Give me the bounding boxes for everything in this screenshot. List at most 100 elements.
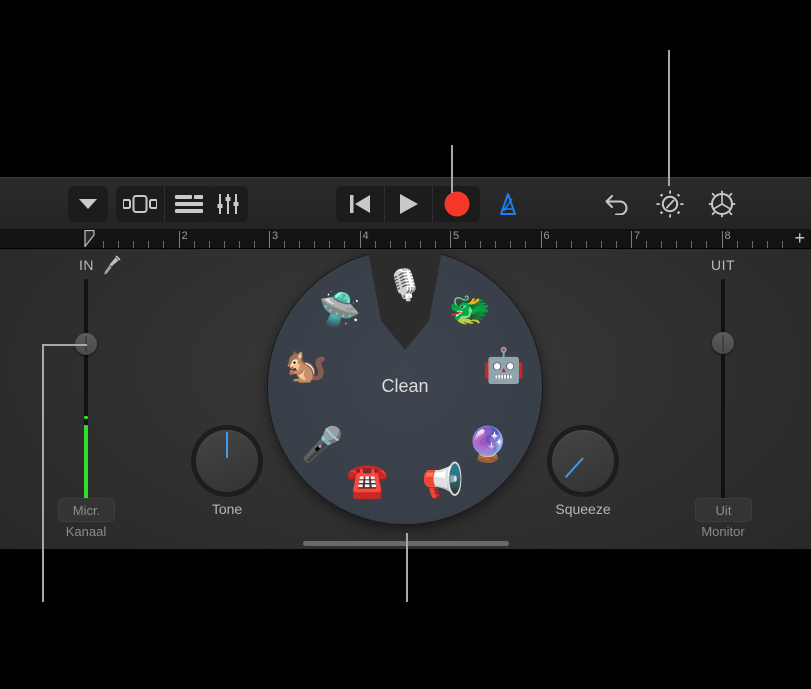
ruler-tick-minor — [163, 241, 164, 248]
ruler-bar-number: 5 — [453, 230, 460, 242]
add-section-button[interactable]: + — [794, 229, 805, 247]
callout-input-slider-line-h — [42, 344, 87, 346]
input-channel-button[interactable]: Micr. — [58, 498, 115, 522]
ruler-tick-minor — [390, 241, 391, 248]
undo-button[interactable] — [600, 186, 636, 222]
ruler-tick-minor — [148, 241, 149, 248]
sliders-icon — [217, 194, 239, 214]
ruler-tick-major — [721, 231, 723, 248]
ruler-bar-number: 7 — [634, 230, 641, 242]
ruler-tick-major — [269, 231, 270, 248]
chevron-down-icon — [79, 199, 97, 209]
squeeze-knob[interactable] — [547, 425, 619, 497]
rewind-button[interactable] — [336, 186, 384, 222]
tone-knob-indicator — [226, 432, 228, 458]
ruler-tick-minor — [209, 241, 210, 248]
squeeze-knob-label: Squeeze — [555, 501, 611, 517]
record-icon — [444, 191, 469, 217]
undo-arrow-icon — [605, 195, 628, 215]
ruler-bar-number: 3 — [272, 230, 279, 242]
mixer-view-icon — [174, 195, 203, 213]
ruler-tick-minor — [344, 241, 345, 248]
ruler-tick-minor — [375, 241, 376, 248]
input-plug-icon — [104, 255, 121, 275]
effect-megaphone[interactable]: 📢 — [420, 458, 466, 504]
ruler-tick-minor — [556, 241, 557, 248]
ruler-tick-minor — [103, 241, 104, 248]
ruler-tick-minor — [405, 241, 406, 248]
ruler-tick-minor — [254, 241, 255, 248]
ruler-tick-major — [359, 231, 361, 248]
timeline-ruler[interactable]: 2 3 4 5 6 7 8 + — [0, 229, 811, 249]
effect-bubbles[interactable]: 🔮 — [465, 422, 511, 468]
track-view-button[interactable] — [116, 186, 164, 222]
tuner-icon — [656, 190, 684, 218]
ruler-tick-minor — [239, 241, 240, 248]
mixer-view-button[interactable] — [164, 186, 212, 222]
garageband-window: 2345678 + IN Micr. Kanaal Tone Squeeze U… — [0, 0, 811, 689]
ruler-tick-minor — [616, 241, 617, 248]
ruler-bar-number: 6 — [543, 230, 550, 242]
play-icon — [399, 194, 418, 214]
ruler-tick-minor — [676, 241, 677, 248]
voice-effect-wheel[interactable]: 🎙️ 🐲 🤖 🔮 📢 ☎️ 🎤 🐿️ 🛸 Clean — [268, 246, 542, 524]
effect-alien[interactable]: 🛸 — [317, 287, 363, 333]
settings-gear-button[interactable] — [704, 186, 740, 222]
callout-record-line — [451, 145, 453, 193]
input-level-meter-peak — [84, 416, 88, 419]
ruler-tick-minor — [314, 241, 315, 248]
tone-knob[interactable] — [191, 425, 263, 497]
metronome-button[interactable] — [490, 186, 526, 222]
ruler-tick-minor — [691, 241, 692, 248]
callout-input-slider-line-v — [42, 344, 44, 602]
ruler-tick-major — [540, 231, 542, 248]
ruler-tick-minor — [586, 241, 587, 248]
transport-group — [336, 186, 480, 222]
input-level-meter — [84, 425, 88, 501]
navigation-chevron-button[interactable] — [68, 186, 108, 222]
monitor-label: Monitor — [701, 524, 745, 539]
ruler-tick-minor — [661, 241, 662, 248]
play-button[interactable] — [384, 186, 432, 222]
monitor-toggle-button[interactable]: Uit — [695, 498, 752, 522]
ruler-tick-minor — [525, 241, 526, 248]
input-title: IN — [79, 257, 94, 273]
effect-clean-microphone[interactable]: 🎙️ — [382, 263, 428, 309]
ruler-tick-minor — [420, 241, 421, 248]
ruler-tick-minor — [706, 241, 707, 248]
ruler-tick-minor — [284, 241, 285, 248]
output-level-slider[interactable] — [712, 332, 734, 354]
ruler-tick-minor — [435, 241, 436, 248]
effect-gold-microphone[interactable]: 🎤 — [299, 422, 345, 468]
record-button[interactable] — [432, 186, 480, 222]
playhead-marker[interactable] — [84, 229, 95, 249]
ruler-tick-minor — [571, 241, 572, 248]
track-controls-button[interactable] — [208, 186, 248, 222]
ruler-tick-minor — [118, 241, 119, 248]
ruler-tick-major — [631, 231, 632, 248]
output-title: UIT — [711, 257, 736, 273]
ruler-tick-minor — [480, 241, 481, 248]
callout-drag-handle-line — [406, 533, 408, 602]
ruler-tick-minor — [224, 241, 225, 248]
effect-monster[interactable]: 🐲 — [447, 287, 493, 333]
ruler-tick-minor — [194, 241, 195, 248]
gear-icon — [708, 190, 736, 218]
input-channel-label: Kanaal — [65, 524, 107, 539]
ruler-tick-minor — [299, 241, 300, 248]
tone-knob-label: Tone — [211, 501, 243, 517]
ruler-tick-minor — [737, 241, 738, 248]
callout-tuner-line — [668, 50, 670, 186]
effect-wheel-center-label: Clean — [381, 376, 429, 396]
output-level-slider-track[interactable] — [721, 279, 725, 501]
tuner-button[interactable] — [652, 186, 688, 222]
ruler-tick-minor — [646, 241, 647, 248]
ruler-tick-minor — [495, 241, 496, 248]
ruler-tick-minor — [133, 241, 134, 248]
effect-telephone[interactable]: ☎️ — [344, 458, 390, 504]
ruler-tick-minor — [465, 241, 466, 248]
ruler-bar-number: 2 — [181, 230, 188, 242]
view-toggle-group — [116, 186, 212, 222]
ruler-tick-minor — [510, 241, 511, 248]
ruler-tick-major — [450, 231, 451, 248]
